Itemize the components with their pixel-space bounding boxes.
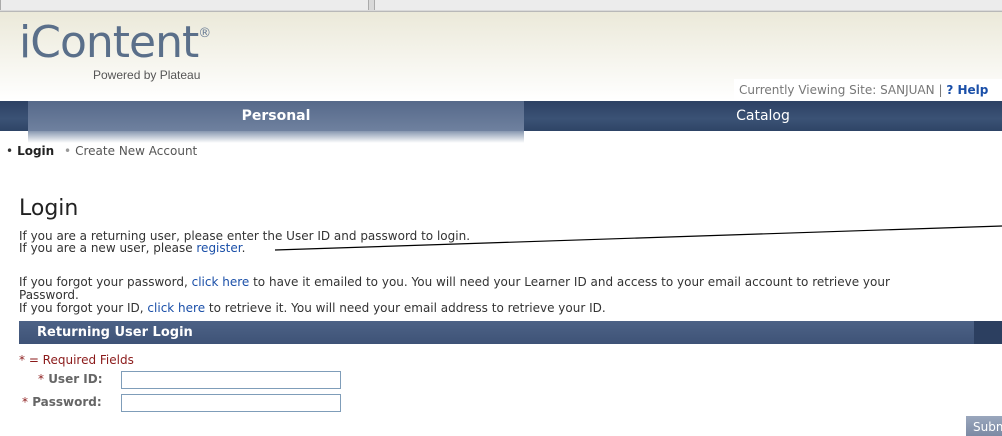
user-id-label-text: User ID:: [48, 372, 103, 386]
logo-wordmark: iContent: [19, 17, 199, 68]
forgot-id-prefix: If you forgot your ID,: [19, 301, 148, 315]
logo-tagline: Powered by Plateau: [93, 68, 201, 82]
registered-mark: ®: [198, 26, 212, 41]
forgot-password-suffix: to have it emailed to you. You will need…: [249, 275, 890, 289]
new-user-suffix: .: [241, 241, 246, 255]
forgot-password-link[interactable]: click here: [192, 275, 250, 289]
required-asterisk: *: [38, 372, 44, 386]
password-label-text: Password:: [32, 395, 102, 409]
active-tab-shadow: [28, 131, 524, 143]
main-nav: Personal Catalog: [0, 101, 1002, 131]
subnav-login[interactable]: Login: [17, 144, 54, 158]
forgot-id-link[interactable]: click here: [147, 301, 205, 315]
password-label: * Password:: [22, 395, 102, 409]
browser-tab[interactable]: [0, 0, 369, 10]
required-asterisk: *: [22, 395, 28, 409]
section-title: Returning User Login: [37, 325, 193, 340]
section-header-returning-user: Returning User Login: [19, 321, 1002, 344]
header-separator: |: [938, 83, 943, 97]
site-header: iContent® Powered by Plateau Currently V…: [0, 12, 1002, 101]
browser-address-area[interactable]: [374, 0, 1002, 10]
user-id-label: * User ID:: [38, 372, 103, 386]
forgot-password-prefix: If you forgot your password,: [19, 275, 192, 289]
help-icon: ?: [946, 83, 954, 97]
forgot-password-text-cont: Password.: [19, 288, 79, 302]
bullet-icon: •: [64, 144, 72, 158]
required-fields-note: * = Required Fields: [19, 353, 134, 367]
subnav-create-account[interactable]: Create New Account: [75, 144, 197, 158]
password-field[interactable]: [121, 394, 341, 412]
user-id-field[interactable]: [121, 371, 341, 389]
tab-personal[interactable]: Personal: [28, 101, 524, 131]
register-link[interactable]: register: [196, 241, 241, 255]
help-link[interactable]: ? Help: [946, 83, 988, 97]
bullet-icon: •: [6, 144, 14, 158]
forgot-id-suffix: to retrieve it. You will need your email…: [205, 301, 606, 315]
icontent-logo: iContent® Powered by Plateau: [19, 17, 212, 83]
site-info-bar: Currently Viewing Site: SANJUAN | ? Help: [734, 79, 1002, 101]
submit-button[interactable]: Submit: [966, 416, 1002, 436]
forgot-password-text: If you forgot your password, click here …: [19, 276, 890, 288]
new-user-prefix: If you are a new user, please: [19, 241, 197, 255]
current-site-label: Currently Viewing Site: SANJUAN: [739, 83, 935, 97]
help-label: Help: [957, 83, 989, 97]
new-user-text: If you are a new user, please register.: [19, 242, 245, 254]
browser-chrome: [0, 0, 1002, 12]
page-title: Login: [19, 196, 79, 221]
tab-catalog[interactable]: Catalog: [524, 101, 1002, 131]
forgot-id-text: If you forgot your ID, click here to ret…: [19, 302, 606, 314]
sub-navigation: • Login • Create New Account: [6, 144, 197, 158]
section-header-cap: [974, 321, 1002, 344]
